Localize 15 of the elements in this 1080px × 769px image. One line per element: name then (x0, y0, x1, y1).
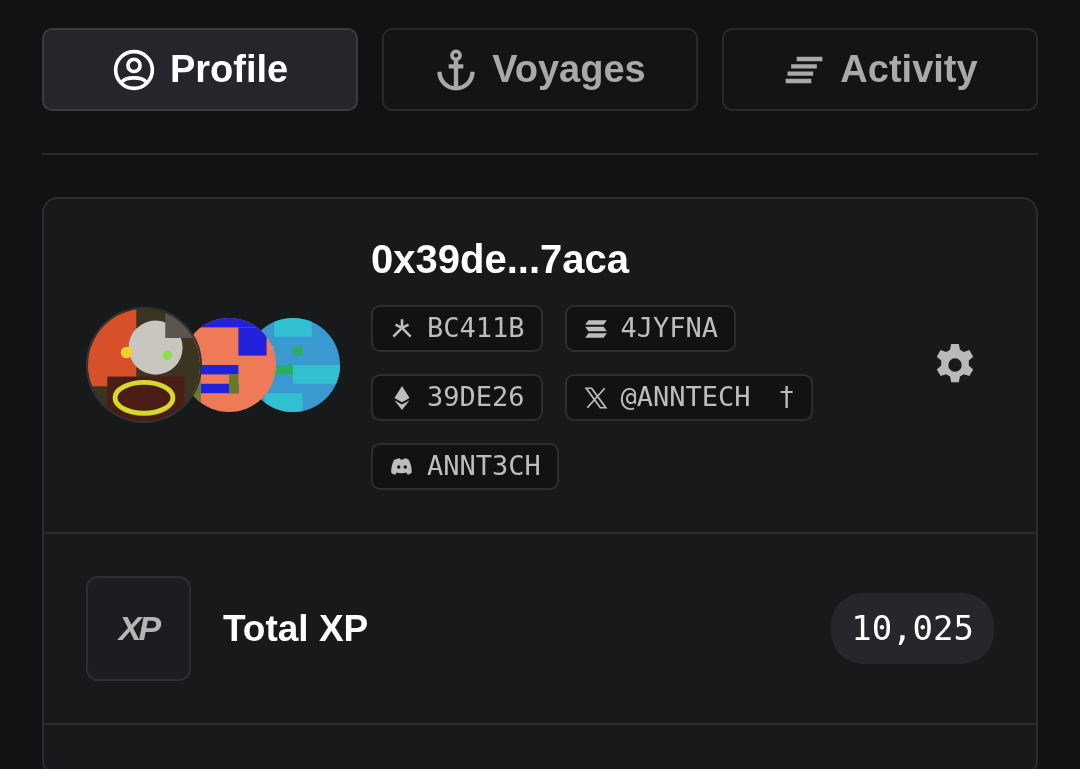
x-icon (582, 384, 609, 411)
wallet-address: 0x39de...7aca (371, 239, 631, 279)
account-handle: 39DE26 (427, 380, 525, 415)
xp-logo: XP (86, 576, 191, 681)
total-xp-label: Total XP (223, 606, 369, 651)
tab[interactable]: Voyages (382, 28, 698, 111)
account-handle: 4JYFNA (620, 311, 719, 346)
tab[interactable]: Profile (42, 28, 358, 111)
account-handle: @ANNTECH (620, 380, 751, 415)
account-handle: ANNT3CH (427, 449, 541, 484)
user-icon (111, 47, 156, 92)
account-handle: BC411B (427, 311, 525, 346)
xp-value: 10,025 (831, 593, 994, 664)
tab[interactable]: Activity (722, 28, 1038, 111)
dagger-mark: † (778, 380, 795, 415)
